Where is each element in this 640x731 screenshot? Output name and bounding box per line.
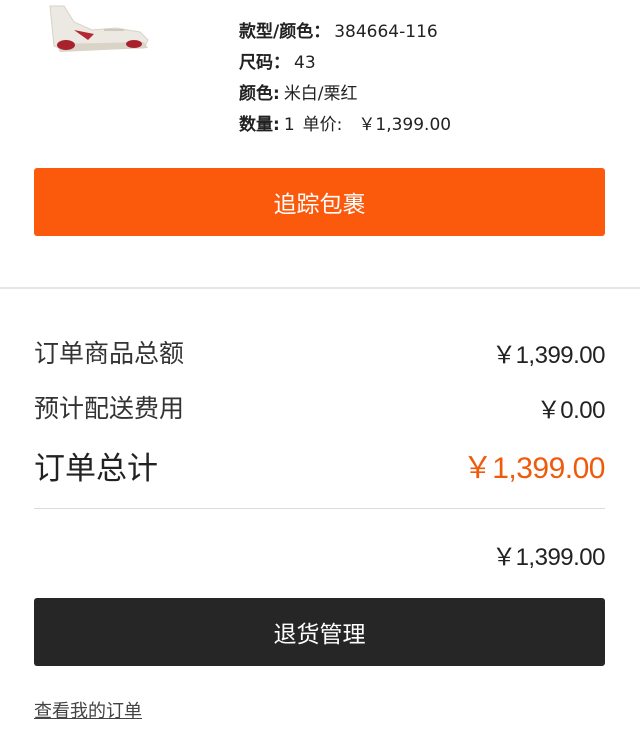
subtotal-value: ￥1,399.00 xyxy=(492,341,605,369)
product-info: 款型/颜色： 384664-116 尺码： 43 颜色: 米白/栗红 数量: 1 单价: ￥… xyxy=(239,20,451,144)
total-row: 订单总计 ￥1,399.00 xyxy=(34,445,606,487)
return-management-button[interactable]: 退货管理 xyxy=(34,598,605,666)
summary-divider xyxy=(34,508,605,509)
shipping-label: 预计配送费用 xyxy=(34,394,185,423)
size-value: 43 xyxy=(294,53,316,73)
shipping-value: ￥0.00 xyxy=(536,396,606,424)
shipping-row: 预计配送费用 ￥0.00 xyxy=(34,389,606,425)
qty-row: 数量: 1 单价: ￥1,399.00 xyxy=(239,113,451,144)
section-divider xyxy=(0,287,640,289)
style-label: 款型/颜色： xyxy=(239,22,331,42)
total-value: ￥1,399.00 xyxy=(462,452,606,485)
unit-price-label: 单价: xyxy=(302,115,343,135)
paid-amount: ￥1,399.00 xyxy=(492,544,605,571)
qty-value: 1 xyxy=(283,115,295,135)
sneaker-image xyxy=(49,5,149,52)
size-row: 尺码： 43 xyxy=(239,51,451,82)
unit-price-value: ￥1,399.00 xyxy=(358,115,452,135)
subtotal-label: 订单商品总额 xyxy=(34,339,185,368)
color-value: 米白/栗红 xyxy=(283,84,358,104)
total-label: 订单总计 xyxy=(34,450,158,487)
order-detail-page: 款型/颜色： 384664-116 尺码： 43 颜色: 米白/栗红 数量: 1 单价: ￥… xyxy=(0,0,640,731)
qty-label: 数量: xyxy=(239,115,280,135)
color-label: 颜色: xyxy=(239,84,280,104)
size-label: 尺码： xyxy=(239,53,290,73)
subtotal-row: 订单商品总额 ￥1,399.00 xyxy=(34,334,605,370)
style-value: 384664-116 xyxy=(334,22,438,42)
track-package-button[interactable]: 追踪包裹 xyxy=(34,168,605,236)
style-row: 款型/颜色： 384664-116 xyxy=(239,20,451,51)
view-my-orders-link[interactable]: 查看我的订单 xyxy=(34,697,142,723)
color-row: 颜色: 米白/栗红 xyxy=(239,82,451,113)
product-image[interactable] xyxy=(44,0,184,56)
